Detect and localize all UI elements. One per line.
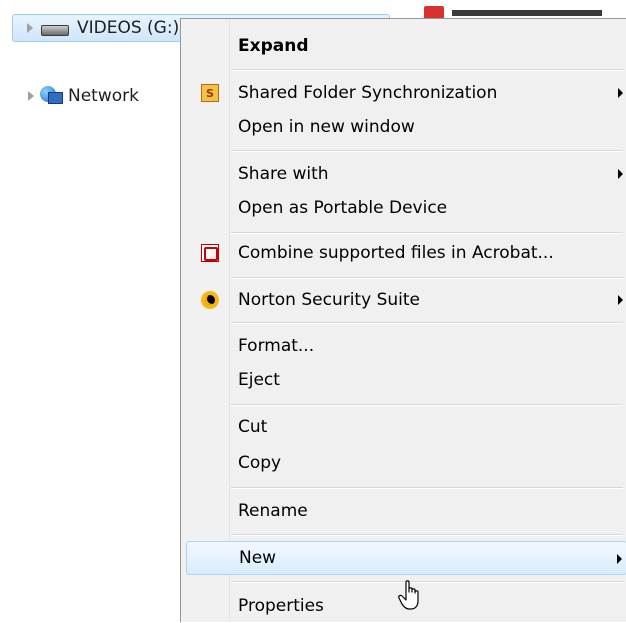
shared-folder-sync-icon: S [201, 84, 219, 102]
expand-arrow-icon[interactable] [27, 23, 33, 33]
menu-item-open-portable-device[interactable]: Open as Portable Device [186, 191, 626, 225]
tree-item-label: VIDEOS (G:) [77, 18, 180, 38]
norton-icon [201, 291, 219, 309]
hand-cursor-icon [398, 580, 419, 610]
tree-item-network[interactable]: Network [28, 84, 139, 108]
tree-item-label: Network [68, 86, 139, 106]
menu-item-cut[interactable]: Cut [186, 410, 626, 444]
menu-item-new[interactable]: New [186, 541, 626, 575]
menu-separator [231, 277, 623, 279]
menu-item-rename[interactable]: Rename [186, 494, 626, 528]
menu-separator [231, 581, 623, 583]
context-menu: Expand S Shared Folder Synchronization O… [180, 18, 626, 622]
submenu-arrow-icon [618, 295, 623, 305]
menu-item-shared-folder-sync[interactable]: S Shared Folder Synchronization [186, 76, 626, 110]
menu-separator [231, 232, 623, 234]
menu-item-norton[interactable]: Norton Security Suite [186, 283, 626, 317]
menu-separator [231, 69, 623, 71]
acrobat-icon [201, 244, 219, 262]
menu-item-expand[interactable]: Expand [186, 29, 626, 63]
menu-item-open-new-window[interactable]: Open in new window [186, 110, 626, 144]
network-icon [40, 86, 63, 106]
submenu-arrow-icon [618, 169, 623, 179]
menu-item-share-with[interactable]: Share with [186, 157, 626, 191]
submenu-arrow-icon [618, 88, 623, 98]
menu-item-combine-acrobat[interactable]: Combine supported files in Acrobat... [186, 236, 626, 270]
menu-separator [231, 322, 623, 324]
menu-item-eject[interactable]: Eject [186, 363, 626, 397]
submenu-arrow-icon [617, 554, 622, 564]
menu-separator [231, 150, 623, 152]
file-name-obscured [452, 10, 602, 16]
menu-item-format[interactable]: Format... [186, 329, 626, 363]
drive-icon [41, 24, 69, 36]
menu-item-copy[interactable]: Copy [186, 446, 626, 480]
menu-separator [231, 404, 623, 406]
expand-arrow-icon[interactable] [28, 91, 34, 101]
menu-separator [231, 534, 623, 536]
menu-separator [231, 487, 623, 489]
